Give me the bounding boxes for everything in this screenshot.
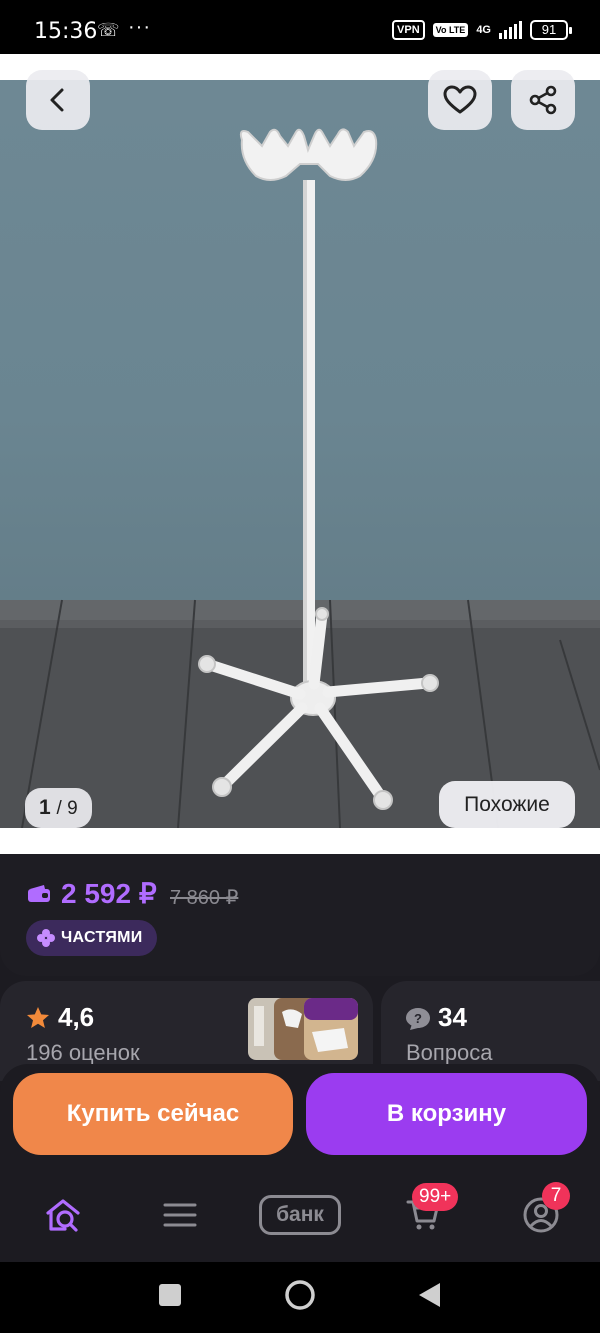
back-button[interactable] xyxy=(26,70,90,130)
status-icons: VPN Vo LTE 4G 91 xyxy=(392,20,572,40)
questions-count: 34 xyxy=(438,1002,467,1032)
nav-home[interactable] xyxy=(38,1190,88,1240)
more-notifications-indicator: ··· xyxy=(128,16,151,38)
gallery-top-margin xyxy=(0,54,600,80)
installments-badge[interactable]: ЧАСТЯМИ xyxy=(26,920,157,956)
rating-value: 4,6 xyxy=(58,1002,95,1032)
status-time: 15:36 xyxy=(34,19,98,44)
back-triangle-icon xyxy=(419,1283,440,1307)
installments-icon xyxy=(37,929,55,947)
heart-icon xyxy=(443,85,477,114)
price-card xyxy=(0,854,600,976)
product-image-illustration xyxy=(0,128,600,828)
signal-icon xyxy=(499,21,522,39)
bank-label: банк xyxy=(259,1195,341,1235)
nav-bank[interactable]: банк xyxy=(258,1190,342,1240)
image-counter: 1 / 9 xyxy=(25,788,92,828)
home-search-icon xyxy=(46,1199,80,1232)
wallet-icon xyxy=(28,885,50,902)
missed-call-icon: ☏ xyxy=(97,20,120,40)
home-icon xyxy=(285,1280,315,1310)
battery-indicator: 91 xyxy=(530,20,572,40)
share-icon xyxy=(529,85,557,115)
svg-text:?: ? xyxy=(414,1011,422,1026)
old-price: 7 860 ₽ xyxy=(170,887,239,909)
vpn-indicator: VPN xyxy=(392,20,425,40)
image-counter-total: / 9 xyxy=(56,798,78,819)
favorite-button[interactable] xyxy=(428,70,492,130)
add-to-cart-button[interactable]: В корзину xyxy=(306,1073,587,1155)
system-nav-buttons xyxy=(159,1280,440,1310)
similar-button[interactable]: Похожие xyxy=(439,781,575,828)
share-button[interactable] xyxy=(511,70,575,130)
current-price: 2 592 ₽ xyxy=(61,878,157,909)
cart-badge: 99+ xyxy=(412,1183,459,1211)
rating-count: 196 оценок xyxy=(26,1040,140,1065)
buy-now-button[interactable]: Купить сейчас xyxy=(13,1073,293,1155)
recent-apps-icon xyxy=(159,1284,181,1306)
review-photos-thumbnails[interactable] xyxy=(248,998,358,1060)
question-bubble-icon: ? xyxy=(406,1008,430,1030)
image-counter-current: 1 xyxy=(39,796,51,819)
menu-icon xyxy=(163,1203,197,1227)
installments-label: ЧАСТЯМИ xyxy=(61,929,143,946)
profile-badge: 7 xyxy=(542,1182,570,1210)
questions-label: Вопроса xyxy=(406,1040,493,1065)
gallery-bottom-margin xyxy=(0,828,600,854)
star-icon xyxy=(27,1007,49,1028)
volte-indicator: Vo LTE xyxy=(432,23,469,37)
status-bar: 15:36 ☏ ··· VPN Vo LTE 4G 91 xyxy=(0,0,600,62)
system-navigation-bar xyxy=(0,1262,600,1333)
product-image[interactable] xyxy=(0,80,600,828)
chevron-left-icon xyxy=(50,88,64,112)
nav-catalog[interactable] xyxy=(158,1190,202,1240)
network-type: 4G xyxy=(476,24,491,36)
